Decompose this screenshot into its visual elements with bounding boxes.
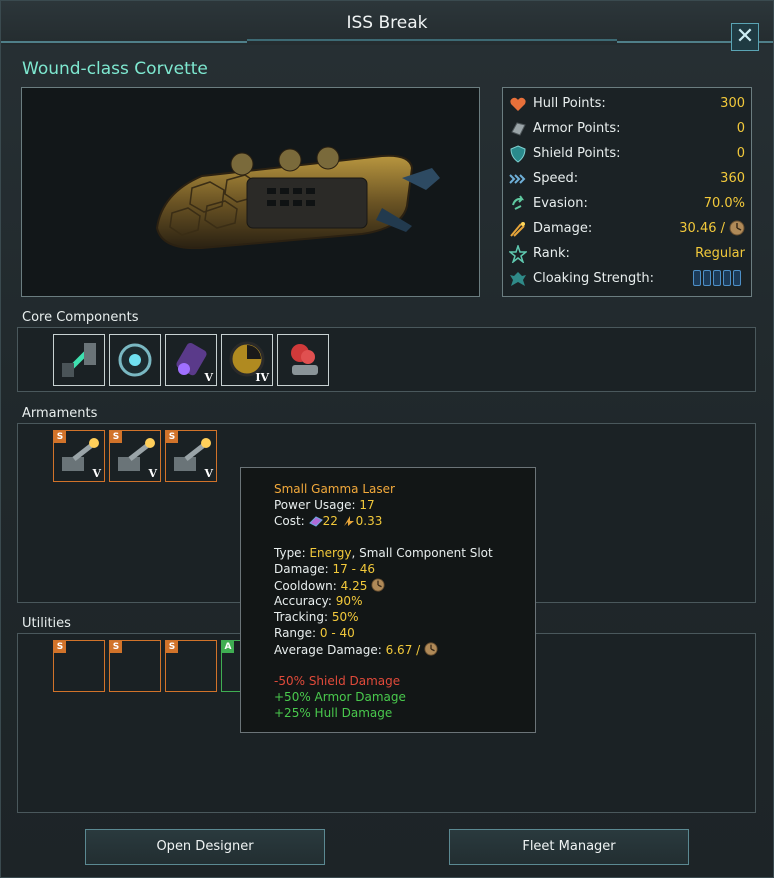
sensor-icon <box>118 343 152 377</box>
tooltip-shield-modifier: -50% Shield Damage <box>274 674 401 688</box>
stat-speed: Speed: 360 <box>509 168 745 190</box>
stat-damage: Damage: 30.46 / <box>509 218 745 240</box>
tooltip-tracking: Tracking: 50% <box>274 610 359 624</box>
tooltip-type: Type: Energy, Small Component Slot <box>274 546 493 560</box>
window-title: ISS Break <box>346 13 428 33</box>
combat-computer-icon <box>291 344 318 375</box>
title-divider-center <box>247 39 617 45</box>
cloak-segment <box>723 270 731 286</box>
cloaking-strength-meter <box>693 270 741 286</box>
tooltip-power: Power Usage: 17 <box>274 498 375 512</box>
core-components-label: Core Components <box>22 310 139 325</box>
stat-evasion: Evasion: 70.0% <box>509 193 745 215</box>
stat-hull-points: Hull Points: 300 <box>509 93 745 115</box>
clock-icon <box>424 642 438 656</box>
speed-icon <box>509 174 526 184</box>
thruster-icon <box>62 343 96 377</box>
core-components-box: V IV <box>17 327 756 392</box>
tooltip-cooldown: Cooldown: 4.25 <box>274 578 385 593</box>
fleet-manager-button[interactable]: Fleet Manager <box>449 829 689 865</box>
ship-details-window: ISS Break ✕ Wound-class Corvette Hull Po… <box>0 0 774 878</box>
ship-stats-panel: Hull Points: 300 Armor Points: 0 Shield … <box>502 87 752 297</box>
shield-icon <box>510 145 526 163</box>
cloak-icon <box>510 272 526 286</box>
tooltip-cost: Cost: 22 0.33 <box>274 514 383 528</box>
tooltip-accuracy: Accuracy: 90% <box>274 594 363 608</box>
core-slot-combat-computer[interactable] <box>277 334 329 386</box>
clock-icon <box>371 578 385 592</box>
armament-slot[interactable]: S V <box>109 430 161 482</box>
evasion-icon <box>512 195 525 210</box>
utility-slot[interactable]: S <box>109 640 161 692</box>
armament-slot[interactable]: S V <box>165 430 217 482</box>
heart-icon <box>510 97 526 111</box>
stat-shield-points: Shield Points: 0 <box>509 143 745 165</box>
tooltip-title: Small Gamma Laser <box>274 482 395 496</box>
close-button[interactable]: ✕ <box>731 23 759 51</box>
core-slot-thruster[interactable] <box>53 334 105 386</box>
energy-icon <box>343 516 354 526</box>
tooltip-damage: Damage: 17 - 46 <box>274 562 376 576</box>
corvette-ship-image <box>155 146 440 250</box>
core-slot-sensor[interactable] <box>109 334 161 386</box>
cloak-segment <box>733 270 741 286</box>
rank-star-icon <box>509 245 527 263</box>
utility-slot[interactable]: S <box>53 640 105 692</box>
cloak-segment <box>703 270 711 286</box>
clock-icon <box>729 220 745 236</box>
utility-slot[interactable]: S <box>165 640 217 692</box>
ship-preview <box>21 87 480 297</box>
tooltip-armor-modifier: +50% Armor Damage <box>274 690 406 704</box>
stat-armor-points: Armor Points: 0 <box>509 118 745 140</box>
cloak-segment <box>713 270 721 286</box>
tooltip-range: Range: 0 - 40 <box>274 626 355 640</box>
stat-rank: Rank: Regular <box>509 243 745 265</box>
title-divider-left <box>1 41 247 43</box>
core-slot-hyperdrive[interactable]: IV <box>221 334 273 386</box>
armaments-label: Armaments <box>22 406 98 421</box>
damage-icon <box>510 222 525 237</box>
cloak-segment <box>693 270 701 286</box>
stat-cloaking-strength: Cloaking Strength: <box>509 268 745 290</box>
tooltip-average-damage: Average Damage: 6.67 / <box>274 642 438 657</box>
armor-icon <box>511 122 526 136</box>
title-bar: ISS Break <box>1 1 773 45</box>
component-tooltip: Small Gamma Laser Power Usage: 17 Cost: … <box>240 467 536 733</box>
ship-class-name: Wound-class Corvette <box>22 59 208 79</box>
armament-slot[interactable]: S V <box>53 430 105 482</box>
core-slot-reactor[interactable]: V <box>165 334 217 386</box>
open-designer-button[interactable]: Open Designer <box>85 829 325 865</box>
alloys-icon <box>308 516 323 527</box>
tooltip-hull-modifier: +25% Hull Damage <box>274 706 393 720</box>
utilities-label: Utilities <box>22 616 71 631</box>
